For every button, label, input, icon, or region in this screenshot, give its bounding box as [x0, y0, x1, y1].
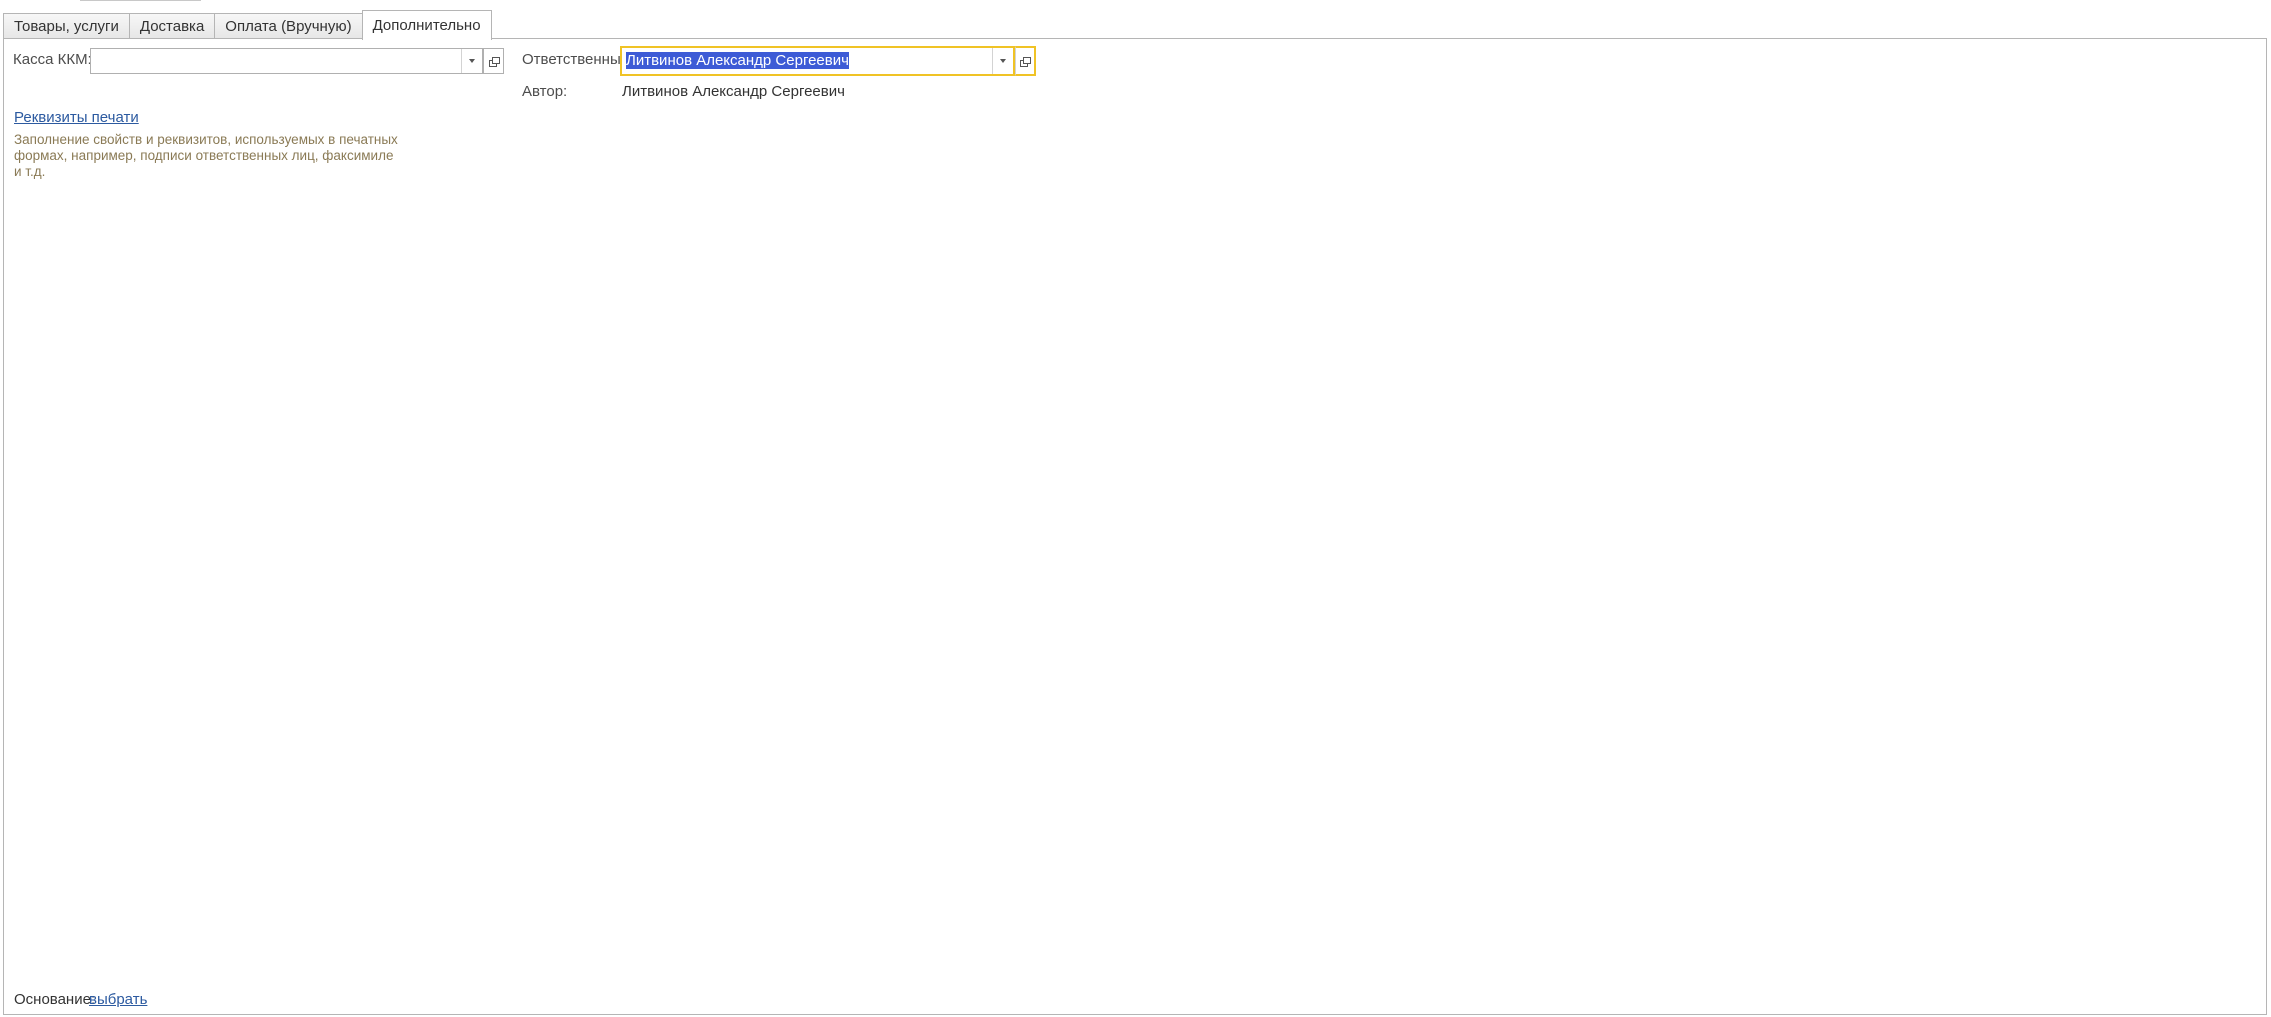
tab-delivery[interactable]: Доставка — [128, 13, 216, 39]
basis-label: Основание: — [14, 991, 96, 1008]
kassa-field[interactable] — [90, 48, 483, 74]
responsible-field[interactable]: Литвинов Александр Сергеевич — [620, 46, 1015, 76]
tab-payment-manual[interactable]: Оплата (Вручную) — [214, 13, 363, 39]
responsible-selected-text: Литвинов Александр Сергеевич — [626, 52, 849, 69]
chevron-down-icon — [469, 59, 475, 63]
responsible-open-button[interactable] — [1015, 46, 1036, 76]
author-value: Литвинов Александр Сергеевич — [622, 83, 845, 100]
tab-additional[interactable]: Дополнительно — [361, 10, 492, 40]
tab-goods-services[interactable]: Товары, услуги — [3, 13, 130, 39]
kassa-dropdown-button[interactable] — [461, 49, 482, 73]
kassa-open-button[interactable] — [483, 48, 504, 74]
responsible-input[interactable]: Литвинов Александр Сергеевич — [622, 48, 992, 74]
open-form-icon — [1020, 56, 1031, 67]
print-details-hint: Заполнение свойств и реквизитов, использ… — [14, 132, 398, 179]
print-details-link[interactable]: Реквизиты печати — [14, 109, 139, 126]
tab-bar: Товары, услуги Доставка Оплата (Вручную)… — [3, 10, 492, 40]
kassa-input[interactable] — [91, 49, 461, 73]
author-label: Автор: — [522, 83, 568, 100]
responsible-label: Ответственный: — [522, 51, 634, 68]
document-form: Товары, услуги Доставка Оплата (Вручную)… — [0, 0, 2271, 1017]
basis-select-link[interactable]: выбрать — [89, 991, 147, 1008]
open-form-icon — [488, 56, 500, 67]
kassa-label: Касса ККМ: — [13, 51, 92, 68]
responsible-dropdown-button[interactable] — [992, 48, 1013, 74]
divider — [80, 0, 201, 1]
tab-panel-additional: Касса ККМ: Ответственный: Литвинов Алекс… — [3, 38, 2267, 1015]
chevron-down-icon — [1000, 59, 1006, 63]
